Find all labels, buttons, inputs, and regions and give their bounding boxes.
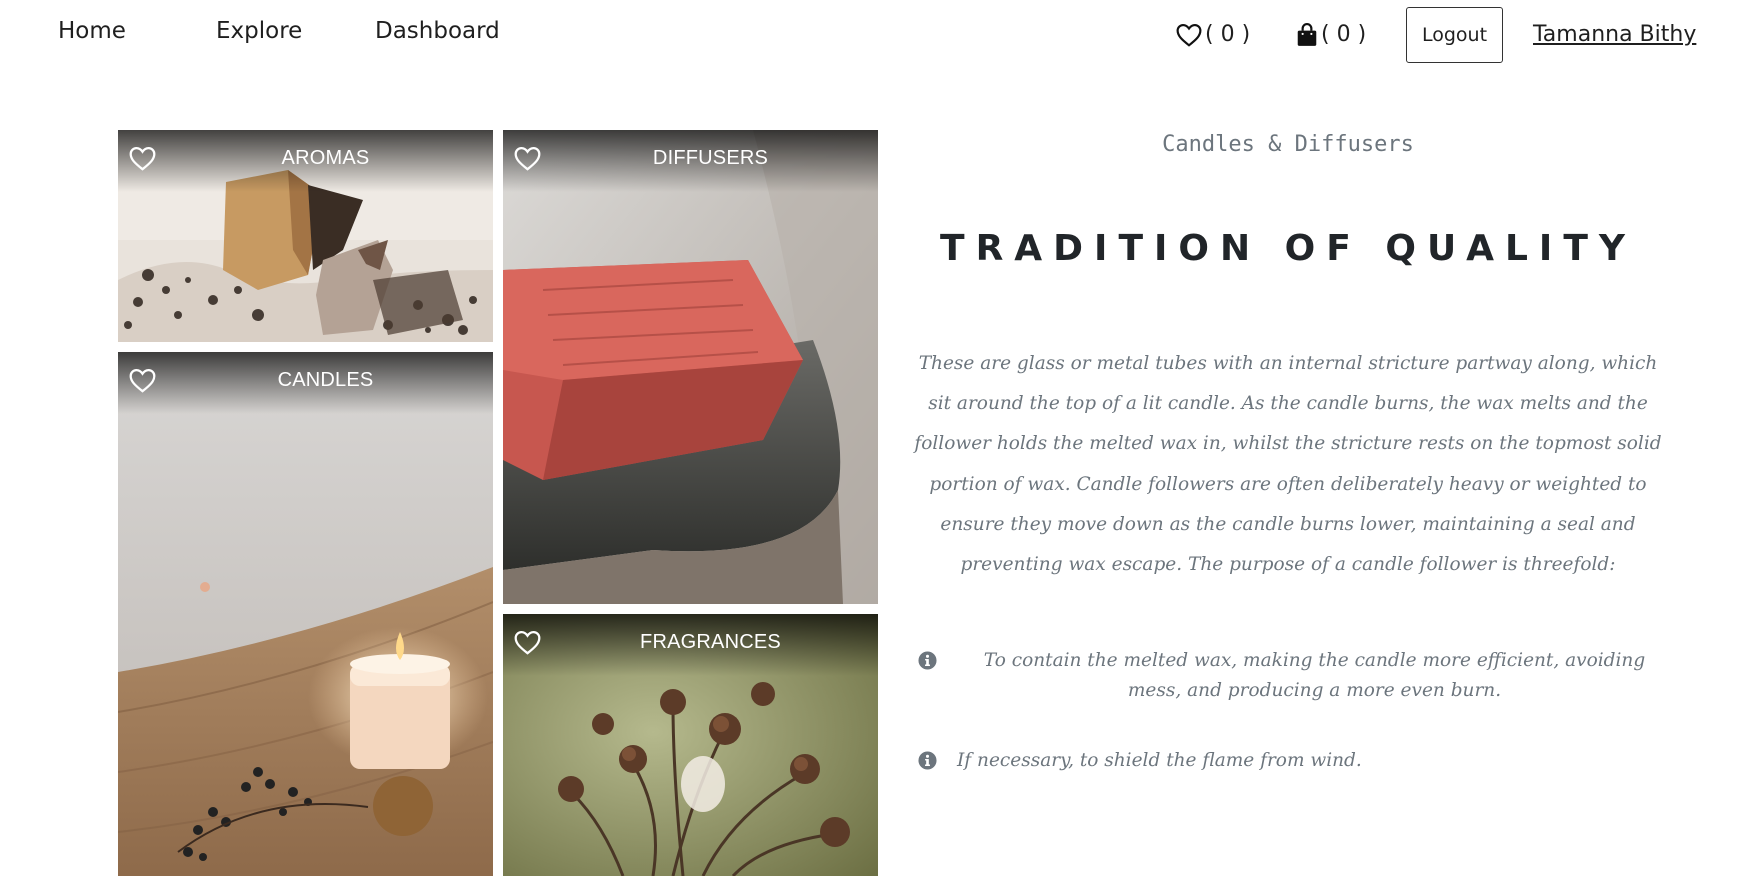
heart-outline-icon[interactable] xyxy=(514,146,541,171)
heart-outline-icon[interactable] xyxy=(514,630,541,655)
description-paragraph: These are glass or metal tubes with an i… xyxy=(914,353,1662,576)
logout-button[interactable]: Logout xyxy=(1406,7,1503,63)
heart-outline-icon xyxy=(1176,23,1202,47)
list-item-text: If necessary, to shield the flame from w… xyxy=(957,750,1362,771)
list-item: To contain the melted wax, making the ca… xyxy=(912,646,1672,706)
tile-label-fragrances: FRAGRANCES xyxy=(640,631,781,653)
info-circle-icon xyxy=(918,651,937,670)
category-tile-diffusers[interactable]: DIFFUSERS xyxy=(503,130,878,604)
category-tile-fragrances[interactable]: FRAGRANCES xyxy=(503,614,878,876)
cart-count: ( 0 ) xyxy=(1321,22,1367,47)
list-item-text: To contain the melted wax, making the ca… xyxy=(983,650,1646,701)
diffusers-photo xyxy=(503,130,878,604)
list-item: If necessary, to shield the flame from w… xyxy=(912,746,1672,776)
nav-home-link[interactable]: Home xyxy=(58,18,126,44)
wishlist-count: ( 0 ) xyxy=(1205,22,1251,47)
candles-photo xyxy=(118,352,493,876)
category-tile-candles[interactable]: CANDLES xyxy=(118,352,493,876)
shopping-bag-icon xyxy=(1297,22,1317,46)
navbar: Home Explore Dashboard ( 0 ) ( 0 ) Logou… xyxy=(0,0,1756,70)
heart-outline-icon[interactable] xyxy=(129,368,156,393)
info-circle-icon xyxy=(918,751,937,770)
cart-button[interactable]: ( 0 ) xyxy=(1296,22,1366,47)
nav-explore-link[interactable]: Explore xyxy=(216,18,302,44)
tile-label-aromas: AROMAS xyxy=(281,147,370,169)
tile-label-diffusers: DIFFUSERS xyxy=(652,147,769,169)
section-heading: TRADITION OF QUALITY xyxy=(940,228,1636,269)
category-tile-aromas[interactable]: AROMAS xyxy=(118,130,493,342)
section-subtitle: Candles & Diffusers xyxy=(1162,132,1414,157)
heart-outline-icon[interactable] xyxy=(129,146,156,171)
user-profile-link[interactable]: Tamanna Bithy xyxy=(1533,22,1696,47)
tile-label-candles: CANDLES xyxy=(277,369,374,391)
wishlist-button[interactable]: ( 0 ) xyxy=(1176,22,1250,47)
feature-list: To contain the melted wax, making the ca… xyxy=(912,646,1672,776)
nav-dashboard-link[interactable]: Dashboard xyxy=(375,18,500,44)
